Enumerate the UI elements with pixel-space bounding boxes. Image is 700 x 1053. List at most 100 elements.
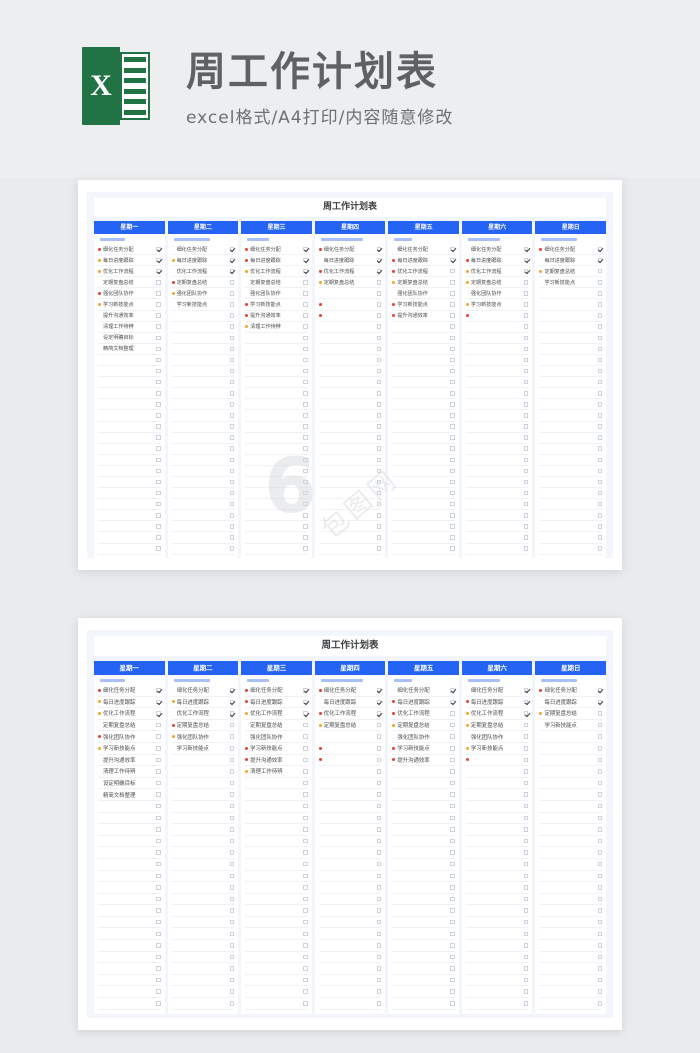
empty-row[interactable] [392,433,455,444]
task-checkbox[interactable] [303,313,308,318]
task-checkbox[interactable] [597,324,603,329]
empty-row[interactable] [539,388,603,400]
task-row[interactable]: 细化任务分配 [98,685,161,697]
task-row[interactable]: 设定明确目标 [98,778,161,790]
empty-row[interactable] [98,905,161,917]
task-row[interactable]: 细化任务分配 [539,244,603,256]
task-checkbox[interactable] [450,501,455,507]
task-row[interactable]: 定期复盘总结 [465,720,529,732]
empty-row[interactable] [318,963,382,975]
task-checkbox[interactable] [376,780,382,786]
task-checkbox[interactable] [376,324,382,329]
task-checkbox[interactable] [597,501,603,507]
task-row[interactable] [318,743,382,755]
task-checkbox[interactable] [156,313,161,318]
empty-row[interactable] [539,766,603,778]
empty-row[interactable] [98,355,161,367]
empty-row[interactable] [392,344,455,355]
empty-row[interactable] [465,963,529,975]
task-checkbox[interactable] [229,838,235,844]
task-checkbox[interactable] [450,966,455,971]
task-checkbox[interactable] [303,546,308,551]
task-checkbox[interactable] [156,424,161,429]
task-checkbox[interactable] [376,402,382,407]
task-checkbox[interactable] [597,722,603,728]
task-row[interactable] [465,755,529,767]
task-checkbox[interactable] [303,391,308,396]
empty-row[interactable] [98,917,161,929]
task-checkbox[interactable] [523,368,529,374]
task-checkbox[interactable] [303,931,308,937]
task-checkbox[interactable] [156,535,161,540]
task-checkbox[interactable] [376,908,382,913]
task-checkbox[interactable] [303,827,308,832]
empty-row[interactable] [318,333,382,344]
task-checkbox[interactable] [450,699,455,705]
task-checkbox[interactable] [229,513,235,518]
empty-row[interactable] [318,836,382,848]
task-checkbox[interactable] [450,780,455,786]
empty-row[interactable] [392,444,455,455]
empty-row[interactable] [392,410,455,422]
empty-row[interactable] [318,322,382,333]
task-checkbox[interactable] [597,346,603,352]
empty-row[interactable] [171,322,235,333]
task-checkbox[interactable] [450,324,455,329]
task-row[interactable]: 优化工作流程 [465,266,529,278]
empty-row[interactable] [465,344,529,355]
empty-row[interactable] [245,824,308,836]
task-checkbox[interactable] [376,257,382,263]
task-row[interactable]: 细化任务分配 [465,244,529,256]
task-row[interactable]: 每日进度跟踪 [318,697,382,709]
empty-row[interactable] [171,422,235,433]
empty-row[interactable] [465,766,529,778]
task-checkbox[interactable] [229,943,235,948]
empty-row[interactable] [98,975,161,987]
empty-row[interactable] [465,940,529,952]
task-checkbox[interactable] [303,734,308,739]
empty-row[interactable] [539,871,603,883]
task-checkbox[interactable] [229,257,235,263]
task-checkbox[interactable] [523,873,529,879]
empty-row[interactable] [171,433,235,444]
task-checkbox[interactable] [597,885,603,890]
empty-row[interactable] [318,355,382,367]
empty-row[interactable] [539,455,603,466]
empty-row[interactable] [539,801,603,813]
task-checkbox[interactable] [376,313,382,318]
task-checkbox[interactable] [523,513,529,518]
task-checkbox[interactable] [303,792,308,797]
empty-row[interactable] [318,477,382,489]
empty-row[interactable] [392,894,455,906]
task-checkbox[interactable] [450,792,455,797]
task-checkbox[interactable] [597,446,603,451]
task-checkbox[interactable] [303,769,308,774]
task-checkbox[interactable] [523,838,529,844]
empty-row[interactable] [539,731,603,743]
empty-row[interactable] [465,510,529,522]
task-checkbox[interactable] [597,402,603,407]
task-row[interactable]: 细化任务分配 [245,685,308,697]
task-checkbox[interactable] [156,699,161,705]
empty-row[interactable] [171,905,235,917]
empty-row[interactable] [465,422,529,433]
empty-row[interactable] [98,466,161,477]
task-row[interactable]: 定期复盘总结 [171,277,235,289]
task-checkbox[interactable] [523,479,529,485]
task-checkbox[interactable] [156,1001,161,1006]
task-checkbox[interactable] [376,357,382,363]
task-checkbox[interactable] [229,803,235,809]
task-checkbox[interactable] [450,413,455,418]
task-checkbox[interactable] [229,757,235,763]
empty-row[interactable] [171,917,235,929]
task-checkbox[interactable] [597,302,603,307]
task-checkbox[interactable] [376,490,382,496]
empty-row[interactable] [98,477,161,489]
empty-row[interactable] [318,455,382,466]
empty-row[interactable] [539,905,603,917]
task-row[interactable]: 每日进度跟踪 [318,255,382,267]
empty-row[interactable] [539,894,603,906]
task-checkbox[interactable] [229,861,235,867]
task-row[interactable]: 强化团队协作 [465,288,529,300]
empty-row[interactable] [318,778,382,790]
